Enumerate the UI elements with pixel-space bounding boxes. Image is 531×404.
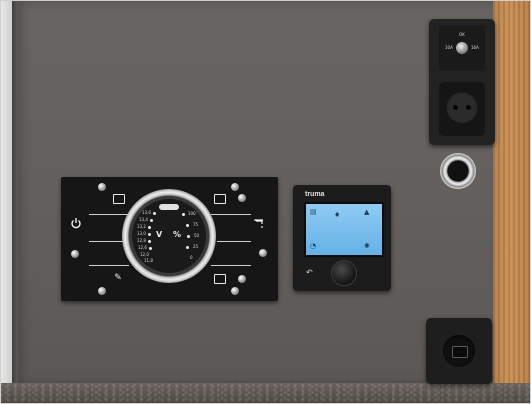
usb-socket — [426, 318, 492, 384]
thermostat-screen[interactable]: ▤ ▲ ♦ ◔ ✺ — [304, 202, 384, 257]
key-switch[interactable]: OK 10A 16A — [439, 25, 485, 71]
control-panel: ✎ 13,6 13,4 13,2 13,0 12,8 12,6 12,0 11,… — [61, 177, 278, 301]
gauge-dot — [150, 219, 153, 222]
usb-socket-face — [443, 335, 475, 367]
truma-brand: truma — [305, 191, 325, 198]
switch-label-right: 16A — [471, 45, 479, 50]
gauge-tick-label: 50 — [194, 233, 200, 238]
screw — [259, 249, 267, 257]
gauge-percent-label: % — [173, 230, 182, 239]
gauge-logo — [159, 204, 179, 210]
usb-port[interactable] — [452, 346, 468, 358]
screw — [98, 287, 106, 295]
gauge-dot — [149, 247, 152, 250]
panel-divider — [211, 214, 251, 215]
screw — [238, 194, 246, 202]
power-socket[interactable] — [439, 82, 485, 136]
socket-hole — [453, 105, 458, 110]
power-icon: ◔ — [310, 242, 317, 250]
panel-divider — [89, 214, 129, 215]
gauge-tick-label: 100 — [188, 211, 196, 216]
tap-icon[interactable] — [254, 217, 266, 229]
gauge-tick-label: 25 — [193, 244, 199, 249]
gauge-tick-label: 12,8 — [137, 238, 146, 243]
gauge-dot — [148, 233, 151, 236]
screw — [231, 287, 239, 295]
gauge-dot — [153, 212, 156, 215]
panel-divider — [217, 241, 251, 242]
rotary-knob[interactable] — [331, 260, 357, 286]
heater-icon[interactable] — [214, 274, 226, 284]
heater-icon: ▤ — [310, 208, 317, 216]
panel-divider — [89, 265, 129, 266]
screw — [231, 183, 239, 191]
gauge-face: 13,6 13,4 13,2 13,0 12,8 12,6 12,0 11,8 … — [132, 199, 206, 273]
water-icon: ♦ — [334, 211, 341, 219]
power-icon[interactable] — [70, 217, 82, 229]
photo-scene: ✎ 13,6 13,4 13,2 13,0 12,8 12,6 12,0 11,… — [0, 0, 531, 404]
gauge-tick-label: 75 — [193, 222, 199, 227]
gauge-dot — [187, 235, 190, 238]
gauge-volt-label: V — [156, 230, 163, 239]
screw — [238, 275, 246, 283]
screw — [98, 183, 106, 191]
gauge-dot — [186, 224, 189, 227]
truma-thermostat: truma ▤ ▲ ♦ ◔ ✺ ↶ — [293, 185, 391, 291]
lamp-icon[interactable] — [113, 194, 125, 204]
gauge-dot — [182, 213, 185, 216]
switch-label-left: 10A — [445, 45, 453, 50]
gauge-tick-label: 12,6 — [138, 245, 147, 250]
stone-countertop — [0, 383, 531, 404]
left-wall-strip — [0, 0, 12, 404]
water-filler-cap[interactable] — [440, 153, 476, 189]
panel-divider — [211, 265, 251, 266]
key-icon[interactable]: ✎ — [112, 273, 124, 283]
screw — [71, 250, 79, 258]
gauge-dot — [148, 240, 151, 243]
panel-divider — [89, 241, 123, 242]
key-lock[interactable] — [456, 42, 468, 54]
gauge-tick-label: 13,6 — [142, 210, 151, 215]
socket-plate: OK 10A 16A — [429, 19, 495, 145]
battery-gauge: 13,6 13,4 13,2 13,0 12,8 12,6 12,0 11,8 … — [122, 189, 216, 283]
gauge-tick-label: 11,8 — [144, 258, 153, 263]
back-arrow-icon[interactable]: ↶ — [306, 268, 313, 277]
gauge-tick-label: 0 — [190, 255, 193, 260]
gauge-tick-label: 13,2 — [137, 224, 146, 229]
gauge-tick-label: 13,0 — [137, 231, 146, 236]
socket-face — [446, 91, 478, 123]
heater-icon[interactable] — [214, 194, 226, 204]
gauge-dot — [148, 226, 151, 229]
socket-hole — [466, 105, 471, 110]
wall-edge-shadow — [12, 0, 18, 385]
wood-trim — [493, 0, 531, 385]
gauge-tick-label: 13,4 — [139, 217, 148, 222]
switch-label-top: OK — [459, 32, 465, 37]
gauge-tick-label: 12,0 — [140, 252, 149, 257]
drop-icon: ▲ — [364, 208, 370, 216]
menu-icon: ✺ — [364, 242, 370, 250]
gauge-dot — [186, 246, 189, 249]
